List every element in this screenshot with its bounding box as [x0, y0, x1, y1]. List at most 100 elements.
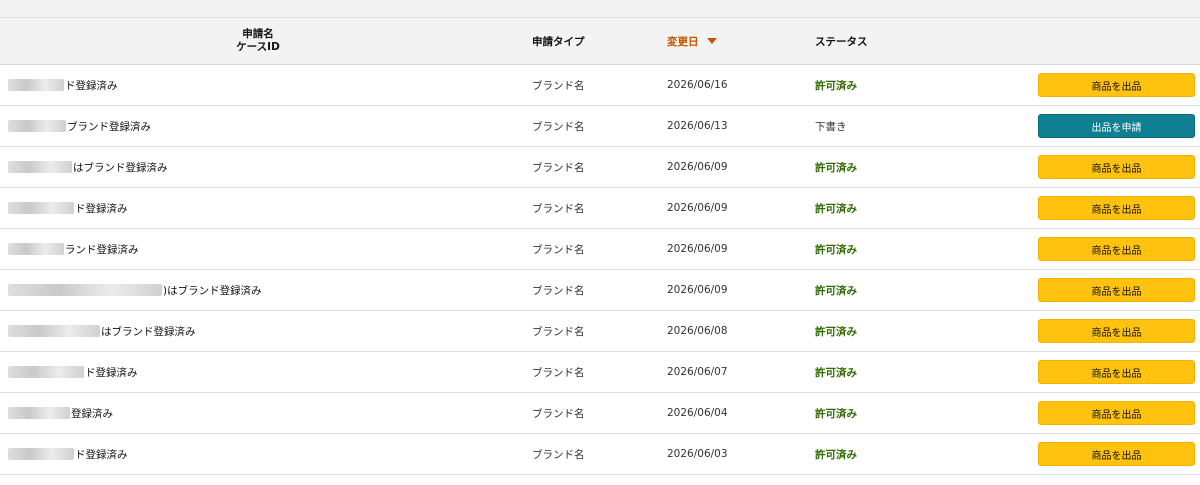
row-date: 2026/06/09 [667, 284, 728, 296]
name-header-label-2: ケースID [236, 41, 280, 53]
request-listing-button[interactable]: 出品を申請 [1038, 114, 1195, 138]
table-header: 申請名 ケースID 申請タイプ 変更日 ステータス [0, 18, 1200, 65]
row-date: 2026/06/09 [667, 202, 728, 214]
row-name-cell: はブランド登録済み [8, 147, 508, 187]
row-date-cell: 2026/06/09 [667, 147, 787, 187]
type-header-label: 申請タイプ [532, 35, 585, 48]
row-date: 2026/06/04 [667, 407, 728, 419]
redacted-name-block [8, 407, 70, 419]
table-row: ド登録済み ブランド名 2026/06/03 許可済み 商品を出品 [0, 434, 1200, 475]
row-type: ブランド名 [532, 202, 585, 215]
row-name-cell: ブランド登録済み [8, 106, 508, 146]
list-product-button[interactable]: 商品を出品 [1038, 442, 1195, 466]
row-status-cell: 許可済み [815, 352, 955, 392]
table-row: ド登録済み ブランド名 2026/06/07 許可済み 商品を出品 [0, 352, 1200, 393]
row-name: )はブランド登録済み [163, 284, 262, 297]
row-action-cell: 出品を申請 [1038, 106, 1195, 146]
row-date-cell: 2026/06/09 [667, 229, 787, 269]
redacted-name-block [8, 366, 84, 378]
row-type-cell: ブランド名 [532, 352, 652, 392]
row-type-cell: ブランド名 [532, 188, 652, 228]
row-action-cell: 商品を出品 [1038, 229, 1195, 269]
bottom-spacer [0, 475, 1200, 485]
table-row: )はブランド登録済み ブランド名 2026/06/09 許可済み 商品を出品 [0, 270, 1200, 311]
row-type-cell: ブランド名 [532, 311, 652, 351]
row-name: はブランド登録済み [73, 161, 168, 174]
row-type: ブランド名 [532, 243, 585, 256]
list-product-button[interactable]: 商品を出品 [1038, 237, 1195, 261]
row-type: ブランド名 [532, 407, 585, 420]
status-badge: 許可済み [815, 448, 857, 461]
row-name-cell: ド登録済み [8, 352, 508, 392]
list-product-button[interactable]: 商品を出品 [1038, 319, 1195, 343]
row-action-cell: 商品を出品 [1038, 147, 1195, 187]
table-row: はブランド登録済み ブランド名 2026/06/08 許可済み 商品を出品 [0, 311, 1200, 352]
row-type: ブランド名 [532, 161, 585, 174]
name-header-label-1: 申請名 [242, 28, 274, 40]
redacted-name-block [8, 448, 74, 460]
date-header[interactable]: 変更日 [667, 18, 787, 64]
list-product-button[interactable]: 商品を出品 [1038, 401, 1195, 425]
row-status-cell: 下書き [815, 106, 955, 146]
row-status-cell: 許可済み [815, 188, 955, 228]
row-status-cell: 許可済み [815, 65, 955, 105]
redacted-name-block [8, 79, 64, 91]
redacted-name-block [8, 202, 74, 214]
status-header: ステータス [815, 18, 955, 64]
row-type: ブランド名 [532, 366, 585, 379]
type-header: 申請タイプ [532, 18, 652, 64]
row-name: ド登録済み [75, 448, 128, 461]
row-type-cell: ブランド名 [532, 434, 652, 474]
row-name: ランド登録済み [65, 243, 139, 256]
list-product-button[interactable]: 商品を出品 [1038, 360, 1195, 384]
row-type: ブランド名 [532, 284, 585, 297]
table-row: ド登録済み ブランド名 2026/06/16 許可済み 商品を出品 [0, 65, 1200, 106]
sort-desc-icon[interactable] [706, 38, 717, 44]
row-name: ド登録済み [75, 202, 128, 215]
list-product-button[interactable]: 商品を出品 [1038, 155, 1195, 179]
row-name-cell: ランド登録済み [8, 229, 508, 269]
row-action-cell: 商品を出品 [1038, 352, 1195, 392]
row-status-cell: 許可済み [815, 311, 955, 351]
table-row: ド登録済み ブランド名 2026/06/09 許可済み 商品を出品 [0, 188, 1200, 229]
row-date-cell: 2026/06/09 [667, 188, 787, 228]
row-date: 2026/06/16 [667, 79, 728, 91]
row-date: 2026/06/13 [667, 120, 728, 132]
row-date-cell: 2026/06/04 [667, 393, 787, 433]
table-row: はブランド登録済み ブランド名 2026/06/09 許可済み 商品を出品 [0, 147, 1200, 188]
row-date-cell: 2026/06/08 [667, 311, 787, 351]
status-badge: 許可済み [815, 79, 857, 92]
redacted-name-block [8, 243, 64, 255]
row-date-cell: 2026/06/03 [667, 434, 787, 474]
row-type-cell: ブランド名 [532, 393, 652, 433]
row-status-cell: 許可済み [815, 229, 955, 269]
list-product-button[interactable]: 商品を出品 [1038, 196, 1195, 220]
redacted-name-block [8, 284, 162, 296]
row-status-cell: 許可済み [815, 434, 955, 474]
row-date-cell: 2026/06/09 [667, 270, 787, 310]
date-header-label[interactable]: 変更日 [667, 34, 699, 49]
status-badge: 許可済み [815, 325, 857, 338]
row-name: はブランド登録済み [101, 325, 196, 338]
row-date: 2026/06/08 [667, 325, 728, 337]
row-type-cell: ブランド名 [532, 106, 652, 146]
row-name-cell: ド登録済み [8, 434, 508, 474]
row-date-cell: 2026/06/13 [667, 106, 787, 146]
row-date-cell: 2026/06/16 [667, 65, 787, 105]
redacted-name-block [8, 325, 100, 337]
row-action-cell: 商品を出品 [1038, 65, 1195, 105]
row-status-cell: 許可済み [815, 270, 955, 310]
redacted-name-block [8, 120, 66, 132]
row-name: ブランド登録済み [67, 120, 151, 133]
list-product-button[interactable]: 商品を出品 [1038, 73, 1195, 97]
status-badge: 許可済み [815, 284, 857, 297]
table-body: ド登録済み ブランド名 2026/06/16 許可済み 商品を出品 ブランド登録… [0, 65, 1200, 475]
row-action-cell: 商品を出品 [1038, 393, 1195, 433]
table-row: ブランド登録済み ブランド名 2026/06/13 下書き 出品を申請 [0, 106, 1200, 147]
status-badge: 許可済み [815, 366, 857, 379]
row-date-cell: 2026/06/07 [667, 352, 787, 392]
list-product-button[interactable]: 商品を出品 [1038, 278, 1195, 302]
brand-application-page: 申請名 ケースID 申請タイプ 変更日 ステータス ド登録済み ブランド名 20… [0, 0, 1200, 475]
row-name-cell: ド登録済み [8, 65, 508, 105]
row-date: 2026/06/09 [667, 161, 728, 173]
